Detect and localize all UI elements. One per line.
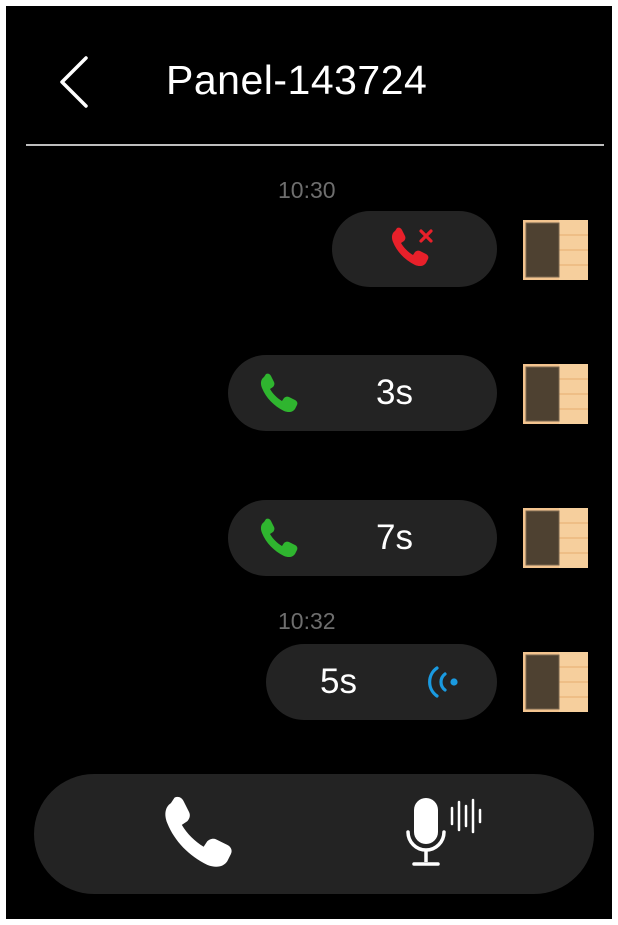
panel-device-icon bbox=[523, 508, 588, 568]
call-action-bar bbox=[34, 774, 594, 894]
header-divider bbox=[26, 144, 604, 146]
panel-device-icon bbox=[523, 220, 588, 280]
message-timestamp: 10:30 bbox=[278, 177, 336, 203]
intercom-chat-screen: Panel-143724 10:30 3s 7s 10:32 5s bbox=[6, 6, 612, 919]
voice-message-bubble[interactable]: 5s bbox=[266, 644, 497, 720]
phone-icon bbox=[260, 373, 298, 413]
missed-call-icon bbox=[391, 227, 433, 267]
microphone-icon bbox=[406, 798, 482, 866]
call-duration: 3s bbox=[376, 373, 413, 412]
call-bubble[interactable]: 7s bbox=[228, 500, 497, 576]
panel-device-icon bbox=[523, 652, 588, 712]
voice-record-button[interactable] bbox=[404, 792, 504, 876]
back-button[interactable] bbox=[50, 52, 100, 112]
call-duration: 7s bbox=[376, 518, 413, 557]
voice-duration: 5s bbox=[320, 662, 357, 701]
page-title: Panel-143724 bbox=[166, 57, 428, 103]
phone-icon bbox=[260, 518, 298, 558]
voice-wave-icon bbox=[428, 666, 458, 698]
missed-call-bubble[interactable] bbox=[332, 211, 497, 287]
chevron-left-icon bbox=[60, 56, 88, 108]
phone-icon bbox=[165, 796, 232, 867]
call-button[interactable] bbox=[160, 794, 240, 874]
message-timestamp: 10:32 bbox=[278, 608, 336, 634]
panel-device-icon bbox=[523, 364, 588, 424]
call-bubble[interactable]: 3s bbox=[228, 355, 497, 431]
